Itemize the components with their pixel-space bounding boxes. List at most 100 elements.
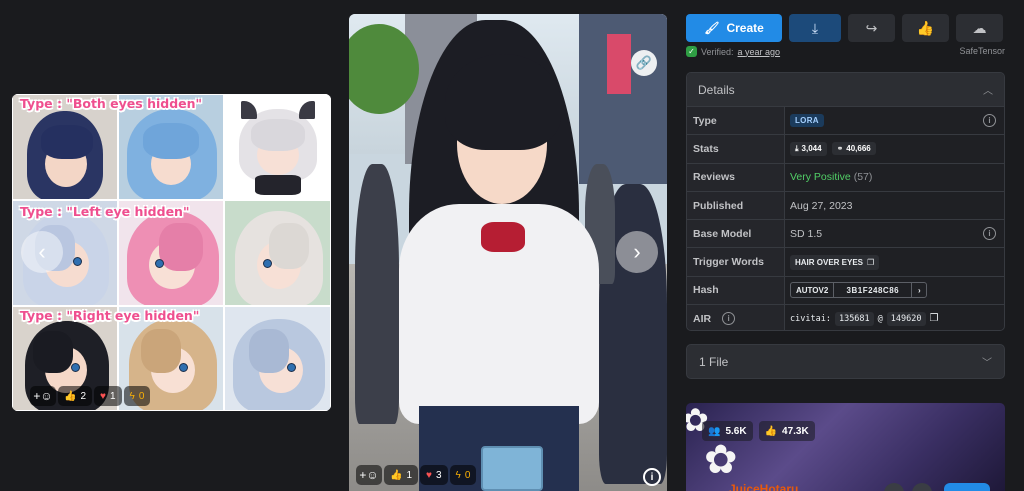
info-icon[interactable]: i xyxy=(983,227,996,241)
info-icon[interactable]: i xyxy=(722,312,736,326)
download-count: 3,044 xyxy=(801,143,822,153)
details-row-base-model: Base Model SD 1.5 i xyxy=(687,219,1004,248)
add-reaction-button[interactable]: +☺ xyxy=(356,465,382,485)
previous-image-button[interactable]: ‹ xyxy=(21,231,63,273)
type-label-left: Type : "Left eye hidden" xyxy=(20,204,190,219)
row-value: Very Positive (57) xyxy=(785,163,1004,191)
brush-icon: 🖌 xyxy=(704,21,720,35)
reviews-rating-link[interactable]: Very Positive xyxy=(790,171,851,183)
billboard xyxy=(607,34,631,94)
preview-tile xyxy=(224,200,331,306)
link-icon: ⚭ xyxy=(836,144,844,154)
followers-stat: 👥 5.6K xyxy=(702,421,753,441)
download-stat: ⤓ 3,044 xyxy=(790,141,827,156)
heart-reaction[interactable]: ♥ 1 xyxy=(94,386,122,406)
character-bangs xyxy=(41,125,93,159)
files-label: 1 File xyxy=(699,354,729,369)
details-header[interactable]: Details ︿ xyxy=(687,73,1004,106)
heart-icon: ♥ xyxy=(100,390,106,402)
character-bangs xyxy=(33,331,73,373)
thumbs-up-icon: 👍 xyxy=(916,19,935,36)
base-model-value: SD 1.5 xyxy=(790,227,823,240)
likes-count: 47.3K xyxy=(782,425,809,437)
thumbs-up-icon: 👍 xyxy=(64,390,77,402)
hash-value[interactable]: 3B1F248C86 xyxy=(834,283,913,298)
bolt-count: 0 xyxy=(138,390,145,402)
row-value: HAIR OVER EYES ❐ xyxy=(785,248,1004,276)
next-image-button[interactable]: › xyxy=(616,231,658,273)
air-prefix: civitai: xyxy=(790,313,831,324)
character-eye xyxy=(179,363,188,372)
like-reaction[interactable]: 👍 2 xyxy=(58,386,93,406)
reaction-bar: +☺ 👍 1 ♥ 3 ϟ 0 xyxy=(356,465,477,485)
character-bangs xyxy=(445,54,561,150)
row-key: Type xyxy=(687,107,785,135)
main-image[interactable]: 🔗 › i +☺ 👍 1 ♥ 3 ϟ 0 xyxy=(349,14,667,491)
thumbs-up-icon: 👍 xyxy=(764,425,778,437)
reaction-bar: +☺ 👍 2 ♥ 1 ϟ 0 xyxy=(30,386,151,406)
followers-count: 5.6K xyxy=(725,425,747,437)
download-button[interactable]: ⤓ xyxy=(789,14,841,42)
copy-icon[interactable]: ❐ xyxy=(930,313,939,324)
share-button[interactable]: ↪ xyxy=(848,14,895,42)
add-reaction-button[interactable]: +☺ xyxy=(30,386,56,406)
bolt-reaction[interactable]: ϟ 0 xyxy=(123,386,151,406)
chevron-right-icon[interactable]: › xyxy=(912,283,926,297)
bolt-reaction[interactable]: ϟ 0 xyxy=(449,465,477,485)
info-icon: i xyxy=(650,471,654,483)
hash-type: AUTOV2 xyxy=(791,283,835,298)
character-bangs xyxy=(249,329,289,373)
character-bangs xyxy=(159,223,203,271)
creator-action-button[interactable] xyxy=(884,483,904,491)
verified-status: ✓ Verified: a year ago xyxy=(686,46,780,57)
creator-card[interactable]: ✿ ✿ 👥 5.6K 👍 47.3K JuiceHotaru xyxy=(686,403,1005,491)
heart-icon: ♥ xyxy=(426,469,432,481)
like-button[interactable]: 👍 xyxy=(902,14,949,42)
thumbs-up-icon: 👍 xyxy=(390,469,403,481)
image-info-button[interactable]: i xyxy=(643,468,661,486)
run-button[interactable]: ☁ xyxy=(956,14,1003,42)
preview-tile xyxy=(224,94,331,200)
link-icon: 🔗 xyxy=(635,55,653,70)
character-eye xyxy=(155,259,164,268)
generation-count: 40,666 xyxy=(846,144,871,154)
creator-action-button[interactable] xyxy=(912,483,932,491)
character-eye xyxy=(287,363,296,372)
heart-count: 1 xyxy=(109,390,116,402)
info-icon[interactable]: i xyxy=(983,114,996,128)
verified-label: Verified: xyxy=(701,46,734,57)
character-bangs xyxy=(269,223,309,269)
follow-button[interactable] xyxy=(944,483,990,491)
character-ribbon xyxy=(481,222,525,252)
details-row-type: Type LORA i xyxy=(687,106,1004,135)
verified-time-link[interactable]: a year ago xyxy=(738,47,781,57)
chevron-down-icon: ﹀ xyxy=(982,358,992,369)
published-date: Aug 27, 2023 xyxy=(790,199,853,212)
heart-count: 3 xyxy=(435,469,442,481)
files-accordion[interactable]: 1 File ﹀ xyxy=(686,344,1005,379)
character-eye xyxy=(263,259,272,268)
heart-reaction[interactable]: ♥ 3 xyxy=(420,465,448,485)
action-bar: 🖌 Create ⤓ ↪ 👍 ☁ xyxy=(686,14,1003,42)
flower-decoration: ✿ xyxy=(704,438,738,482)
copy-link-button[interactable]: 🔗 xyxy=(631,50,657,76)
type-label-right: Type : "Right eye hidden" xyxy=(20,308,200,323)
like-reaction[interactable]: 👍 1 xyxy=(384,465,419,485)
bolt-icon: ϟ xyxy=(129,390,135,402)
details-title: Details xyxy=(698,82,735,97)
creator-name[interactable]: JuiceHotaru xyxy=(729,482,798,491)
row-key: Stats xyxy=(687,135,785,163)
chevron-right-icon: › xyxy=(633,239,641,264)
hash-selector[interactable]: AUTOV2 3B1F248C86 › xyxy=(790,282,928,299)
air-identifier[interactable]: civitai: 135681 @ 149620 ❐ xyxy=(790,311,939,326)
safetensor-label: SafeTensor xyxy=(959,46,1005,56)
create-button[interactable]: 🖌 Create xyxy=(686,14,782,42)
preview-image-card[interactable]: Type : "Both eyes hidden" Type : "Left e… xyxy=(12,94,331,411)
row-value: civitai: 135681 @ 149620 ❐ xyxy=(785,305,1004,330)
type-badge: LORA xyxy=(790,114,824,128)
air-label: AIR xyxy=(693,312,712,325)
details-row-stats: Stats ⤓ 3,044 ⚭ 40,666 xyxy=(687,134,1004,163)
trigger-word-chip[interactable]: HAIR OVER EYES ❐ xyxy=(790,254,880,270)
preview-tile xyxy=(224,306,331,411)
like-count: 1 xyxy=(406,469,413,481)
